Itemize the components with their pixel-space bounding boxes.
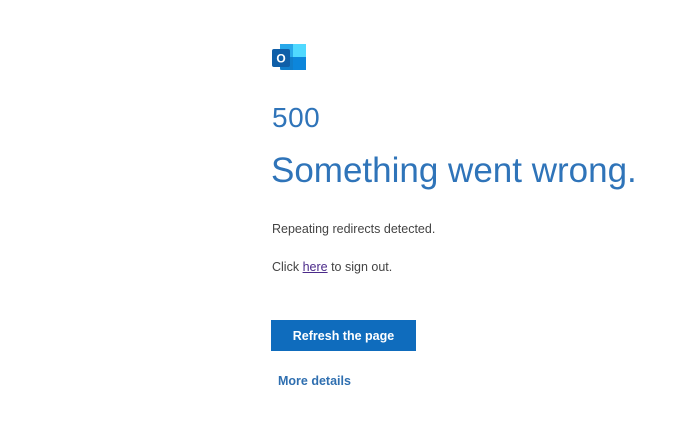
signout-prefix: Click bbox=[272, 260, 303, 274]
signout-instruction: Click here to sign out. bbox=[272, 258, 392, 276]
signout-suffix: to sign out. bbox=[327, 260, 393, 274]
error-message: Repeating redirects detected. bbox=[272, 222, 436, 236]
logo-letter: O bbox=[276, 52, 285, 66]
signout-link[interactable]: here bbox=[303, 260, 328, 274]
more-details-link[interactable]: More details bbox=[278, 372, 351, 390]
refresh-page-button[interactable]: Refresh the page bbox=[271, 320, 416, 351]
error-headline: Something went wrong. bbox=[271, 151, 637, 190]
outlook-logo-icon: O bbox=[271, 42, 307, 72]
error-code: 500 bbox=[272, 102, 321, 133]
